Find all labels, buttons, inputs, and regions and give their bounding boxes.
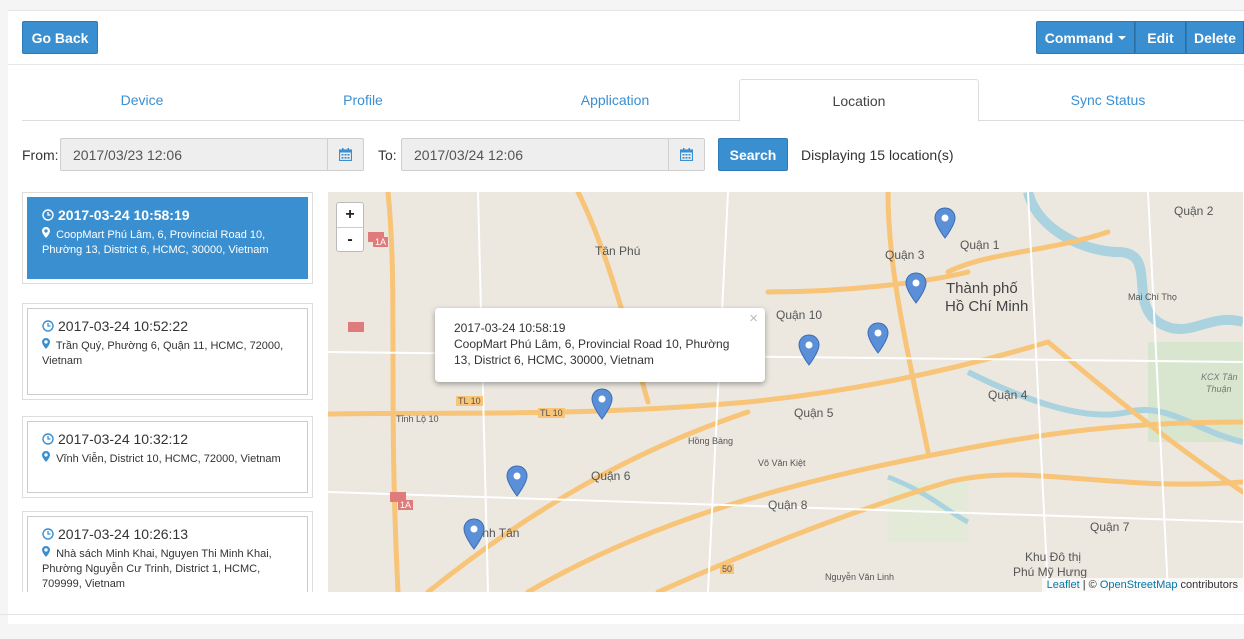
close-icon[interactable]: × [749, 311, 758, 327]
map-label: TL 10 [456, 396, 483, 406]
from-calendar-button[interactable] [328, 138, 364, 171]
location-address: Trần Quý, Phường 6, Quận 11, HCMC, 72000… [42, 340, 284, 367]
map-label: Quận 8 [768, 498, 808, 512]
to-date-input[interactable]: 2017/03/24 12:06 [401, 138, 669, 171]
search-button[interactable]: Search [718, 138, 788, 171]
location-list[interactable]: 2017-03-24 10:58:19 CoopMart Phú Lâm, 6,… [22, 192, 313, 592]
header-divider [8, 64, 1244, 65]
tab-location[interactable]: Location [739, 79, 979, 122]
delete-button[interactable]: Delete [1186, 21, 1244, 54]
list-item[interactable]: 2017-03-24 10:52:22 Trần Quý, Phường 6, … [22, 303, 313, 400]
map-label: Quận 3 [885, 248, 925, 262]
tab-application[interactable]: Application [495, 79, 735, 121]
list-item[interactable]: 2017-03-24 10:26:13 Nhà sách Minh Khai, … [22, 511, 313, 592]
map-marker[interactable] [934, 207, 956, 239]
zoom-out-button[interactable]: - [337, 227, 363, 251]
action-button-group: Command Edit Delete [1036, 21, 1244, 54]
openstreetmap-link[interactable]: OpenStreetMap [1100, 579, 1178, 591]
command-dropdown-button[interactable]: Command [1036, 21, 1135, 54]
location-address: Nhà sách Minh Khai, Nguyen Thi Minh Khai… [42, 548, 272, 590]
map-marker-icon [42, 546, 50, 557]
go-back-button[interactable]: Go Back [22, 21, 98, 54]
location-address: CoopMart Phú Lâm, 6, Provincial Road 10,… [42, 229, 269, 256]
popup-address: CoopMart Phú Lâm, 6, Provincial Road 10,… [454, 337, 730, 367]
map-label: Hồ Chí Minh [945, 298, 1029, 315]
edit-button[interactable]: Edit [1135, 21, 1186, 54]
location-time: 2017-03-24 10:52:22 [58, 318, 188, 334]
to-label: To: [378, 147, 397, 163]
tab-device[interactable]: Device [22, 79, 262, 121]
map-label: Quận 7 [1090, 520, 1130, 534]
map-label: Hồng Bàng [688, 436, 734, 446]
calendar-icon [680, 148, 693, 161]
map-label: Thuận [1206, 384, 1232, 394]
location-time: 2017-03-24 10:58:19 [58, 207, 190, 223]
map-label: Tỉnh Lộ 10 [396, 414, 439, 424]
map-marker-icon [42, 338, 50, 349]
clock-icon [42, 320, 54, 332]
map-marker[interactable] [591, 388, 613, 420]
list-item[interactable]: 2017-03-24 10:32:12 Vĩnh Viễn, District … [22, 416, 313, 498]
footer-divider [0, 614, 1244, 615]
map-marker-icon [42, 227, 50, 238]
map-label: Quận 2 [1174, 204, 1214, 218]
map-marker[interactable] [905, 272, 927, 304]
map-label: Thành phố [946, 280, 1018, 297]
location-address: Vĩnh Viễn, District 10, HCMC, 72000, Vie… [56, 453, 281, 465]
zoom-control: + - [336, 202, 364, 252]
tab-profile[interactable]: Profile [243, 79, 483, 121]
map-label: Tân Phú [595, 244, 641, 258]
map-label: Võ Văn Kiệt [758, 458, 806, 468]
location-time: 2017-03-24 10:32:12 [58, 431, 188, 447]
map-view[interactable]: Tân Phú Quận 1 Quận 2 Quận 3 Quận 4 Quận… [328, 192, 1243, 592]
map-marker-icon [42, 451, 50, 462]
map-label: Phú Mỹ Hưng [1013, 565, 1088, 579]
from-label: From: [22, 147, 59, 163]
location-time: 2017-03-24 10:26:13 [58, 526, 188, 542]
tab-sync-status[interactable]: Sync Status [988, 79, 1228, 121]
list-item[interactable]: 2017-03-24 10:58:19 CoopMart Phú Lâm, 6,… [22, 192, 313, 284]
map-label: Quận 4 [988, 388, 1028, 402]
map-popup: × 2017-03-24 10:58:19 CoopMart Phú Lâm, … [435, 308, 765, 382]
calendar-icon [339, 148, 352, 161]
from-date-input[interactable]: 2017/03/23 12:06 [60, 138, 328, 171]
clock-icon [42, 433, 54, 445]
popup-time: 2017-03-24 10:58:19 [454, 321, 566, 335]
zoom-in-button[interactable]: + [337, 203, 363, 227]
map-marker[interactable] [506, 465, 528, 497]
map-label: Quận 5 [794, 406, 834, 420]
road-shield: 50 [720, 564, 735, 574]
map-label: Khu Đô thị [1025, 550, 1082, 564]
map-label: Quận 10 [776, 308, 823, 322]
map-label: TL 10 [538, 408, 565, 418]
map-attribution: Leaflet | © OpenStreetMap contributors [1041, 578, 1243, 592]
clock-icon [42, 528, 54, 540]
map-label: Mai Chí Thọ [1128, 292, 1177, 302]
date-filter-bar: From: 2017/03/23 12:06 To: 2017/03/24 12… [8, 138, 1244, 172]
to-calendar-button[interactable] [669, 138, 705, 171]
road-shield: 1A [373, 237, 389, 247]
main-panel: Go Back Command Edit Delete Device Profi… [8, 10, 1244, 624]
command-label: Command [1044, 29, 1114, 46]
tab-bar: Device Profile Application Location Sync… [22, 79, 1244, 122]
map-label: Quận 1 [960, 238, 1000, 252]
road-shield: 1A [398, 500, 414, 510]
attribution-suffix: contributors [1177, 579, 1238, 591]
map-label: KCX Tân [1201, 372, 1238, 382]
map-marker[interactable] [798, 334, 820, 366]
leaflet-link[interactable]: Leaflet [1047, 579, 1080, 591]
caret-down-icon [1118, 35, 1127, 40]
map-marker[interactable] [463, 518, 485, 550]
map-label: Quận 6 [591, 469, 631, 483]
map-label: Nguyễn Văn Linh [825, 572, 895, 582]
clock-icon [42, 209, 54, 221]
result-count-text: Displaying 15 location(s) [801, 147, 954, 163]
map-marker[interactable] [867, 322, 889, 354]
